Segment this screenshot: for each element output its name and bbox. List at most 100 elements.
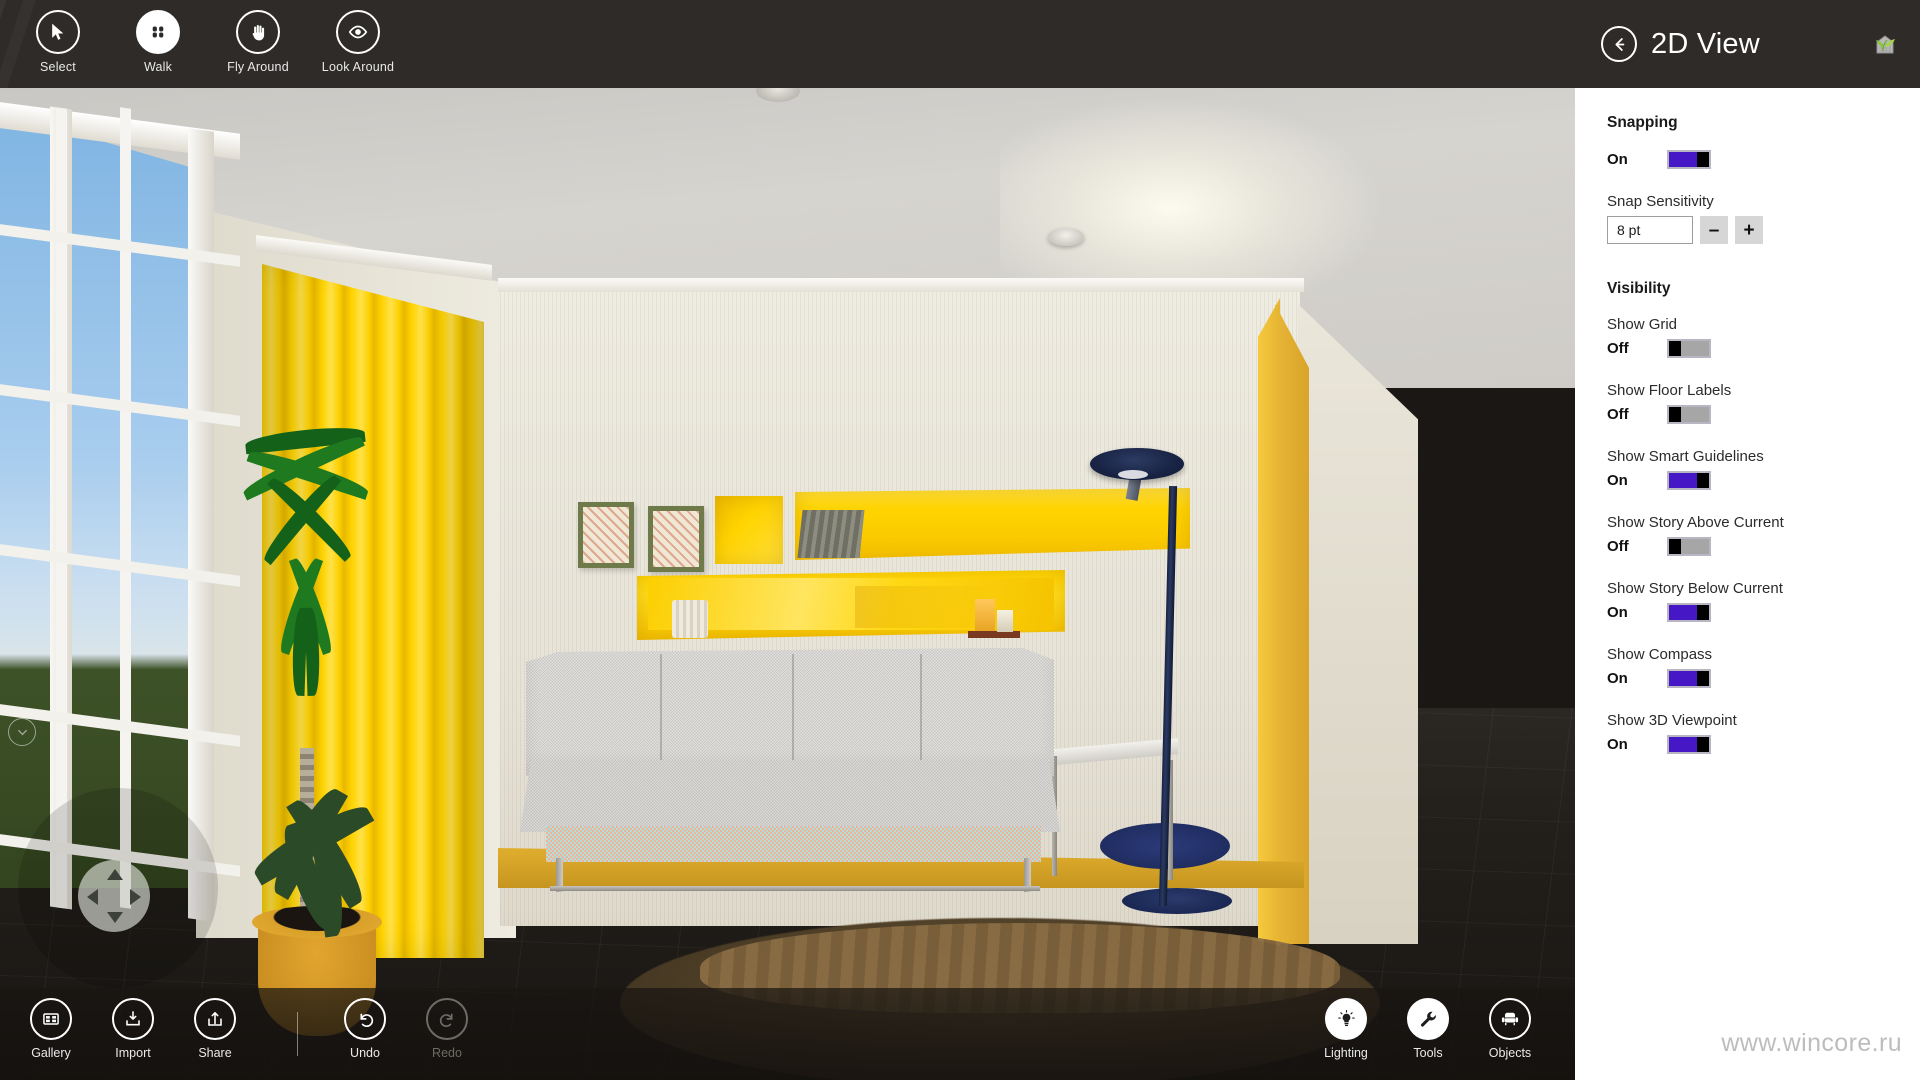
nav-down-arrow-icon[interactable] (107, 912, 123, 923)
toggle-fill (1669, 605, 1697, 620)
show-smart-guidelines-state: On (1607, 472, 1628, 489)
page-title: 2D View (1651, 27, 1760, 60)
yellow-pillar-outer (1275, 304, 1309, 944)
show-floor-labels-label: Show Floor Labels (1607, 382, 1732, 399)
tool-select[interactable]: Select (8, 4, 108, 84)
visibility-show-compass: Show Compass On (1607, 646, 1920, 688)
top-toolbar: Select Walk Fly Around Look Around (0, 0, 1575, 88)
action-share[interactable]: Share (174, 992, 256, 1076)
toolbar-divider (297, 1012, 298, 1056)
action-lighting[interactable]: Lighting (1305, 992, 1387, 1076)
bottom-toolbar-right: Lighting Tools Objects (1305, 992, 1551, 1076)
section-title-snapping: Snapping (1607, 114, 1678, 131)
tool-look-around[interactable]: Look Around (308, 4, 408, 84)
wrench-icon (1407, 998, 1449, 1040)
visibility-show-grid: Show Grid Off (1607, 316, 1920, 358)
eye-icon (336, 10, 380, 54)
scene-right-wall (1298, 304, 1418, 944)
show-story-above-label: Show Story Above Current (1607, 514, 1784, 531)
show-floor-labels-state: Off (1607, 406, 1629, 423)
panel-header: 2D View (1575, 0, 1920, 88)
show-floor-labels-toggle[interactable] (1667, 405, 1711, 424)
top-toolbar-items: Select Walk Fly Around Look Around (8, 4, 408, 84)
nav-left-arrow-icon[interactable] (87, 889, 98, 905)
show-3d-viewpoint-toggle[interactable] (1667, 735, 1711, 754)
chevron-down-icon (17, 729, 27, 735)
show-story-above-toggle[interactable] (1667, 537, 1711, 556)
nav-up-arrow-icon[interactable] (107, 869, 123, 880)
show-story-above-state: Off (1607, 538, 1629, 555)
app-root: Select Walk Fly Around Look Around Galle… (0, 0, 1920, 1080)
toggle-fill (1681, 539, 1709, 554)
3d-viewport[interactable] (0, 88, 1575, 1080)
sofa (520, 648, 1060, 892)
window-right-jamb (188, 128, 214, 922)
nav-expand-button[interactable] (8, 718, 36, 746)
back-button[interactable] (1601, 26, 1637, 62)
sofa-seam-3 (920, 654, 922, 772)
snap-sensitivity-block: Snap Sensitivity – + (1607, 193, 1920, 244)
ceiling-fixture (1048, 228, 1084, 246)
shelf-books (797, 510, 865, 558)
tool-walk[interactable]: Walk (108, 4, 208, 84)
toggle-knob (1697, 671, 1709, 686)
sofa-patterned-skirt (546, 826, 1041, 862)
snap-sensitivity-input[interactable] (1607, 216, 1693, 244)
download-box-icon (112, 998, 154, 1040)
nav-pad[interactable] (78, 860, 150, 932)
action-objects[interactable]: Objects (1469, 992, 1551, 1076)
action-objects-label: Objects (1488, 1046, 1532, 1060)
action-tools-label: Tools (1413, 1046, 1443, 1060)
action-gallery-label: Gallery (31, 1046, 71, 1060)
toggle-fill (1669, 473, 1697, 488)
show-story-below-row: On (1607, 603, 1920, 622)
snap-sensitivity-decrement[interactable]: – (1700, 216, 1728, 244)
action-undo-label: Undo (350, 1046, 380, 1060)
floor-lamp-bulb (1118, 470, 1148, 479)
lightbulb-icon (1325, 998, 1367, 1040)
footprints-icon (136, 10, 180, 54)
wall-art-frame-2 (648, 506, 704, 572)
wall-niche-small (715, 496, 783, 564)
tool-select-label: Select (40, 60, 76, 74)
sofa-seam-2 (792, 654, 794, 772)
toggle-knob (1697, 605, 1709, 620)
snap-sensitivity-label: Snap Sensitivity (1607, 193, 1714, 210)
toggle-knob (1697, 473, 1709, 488)
action-redo[interactable]: Redo (406, 992, 488, 1076)
show-story-below-toggle[interactable] (1667, 603, 1711, 622)
sofa-seat (520, 760, 1060, 832)
action-gallery[interactable]: Gallery (10, 992, 92, 1076)
show-compass-state: On (1607, 670, 1628, 687)
tool-fly-around[interactable]: Fly Around (208, 4, 308, 84)
toggle-fill (1681, 341, 1709, 356)
toggle-fill (1681, 407, 1709, 422)
show-grid-state: Off (1607, 340, 1629, 357)
action-redo-label: Redo (432, 1046, 462, 1060)
toggle-fill (1669, 152, 1697, 167)
hand-icon (236, 10, 280, 54)
toggle-knob (1697, 737, 1709, 752)
show-3d-viewpoint-row: On (1607, 735, 1920, 754)
wall-top-trim (498, 278, 1304, 292)
snap-sensitivity-stepper: – + (1607, 216, 1920, 244)
snapping-toggle[interactable] (1667, 150, 1711, 169)
action-undo[interactable]: Undo (324, 992, 406, 1076)
show-story-above-row: Off (1607, 537, 1920, 556)
undo-arrow-icon (344, 998, 386, 1040)
show-compass-toggle[interactable] (1667, 669, 1711, 688)
action-tools[interactable]: Tools (1387, 992, 1469, 1076)
tool-fly-around-label: Fly Around (227, 60, 289, 74)
nav-right-arrow-icon[interactable] (130, 889, 141, 905)
show-grid-toggle[interactable] (1667, 339, 1711, 358)
tool-walk-label: Walk (143, 60, 173, 74)
redo-arrow-icon (426, 998, 468, 1040)
show-smart-guidelines-toggle[interactable] (1667, 471, 1711, 490)
show-grid-row: Off (1607, 339, 1920, 358)
action-import[interactable]: Import (92, 992, 174, 1076)
show-smart-guidelines-label: Show Smart Guidelines (1607, 448, 1764, 465)
snap-sensitivity-increment[interactable]: + (1735, 216, 1763, 244)
show-3d-viewpoint-label: Show 3D Viewpoint (1607, 712, 1737, 729)
sofa-base-rail (550, 886, 1040, 891)
toggle-fill (1669, 737, 1697, 752)
